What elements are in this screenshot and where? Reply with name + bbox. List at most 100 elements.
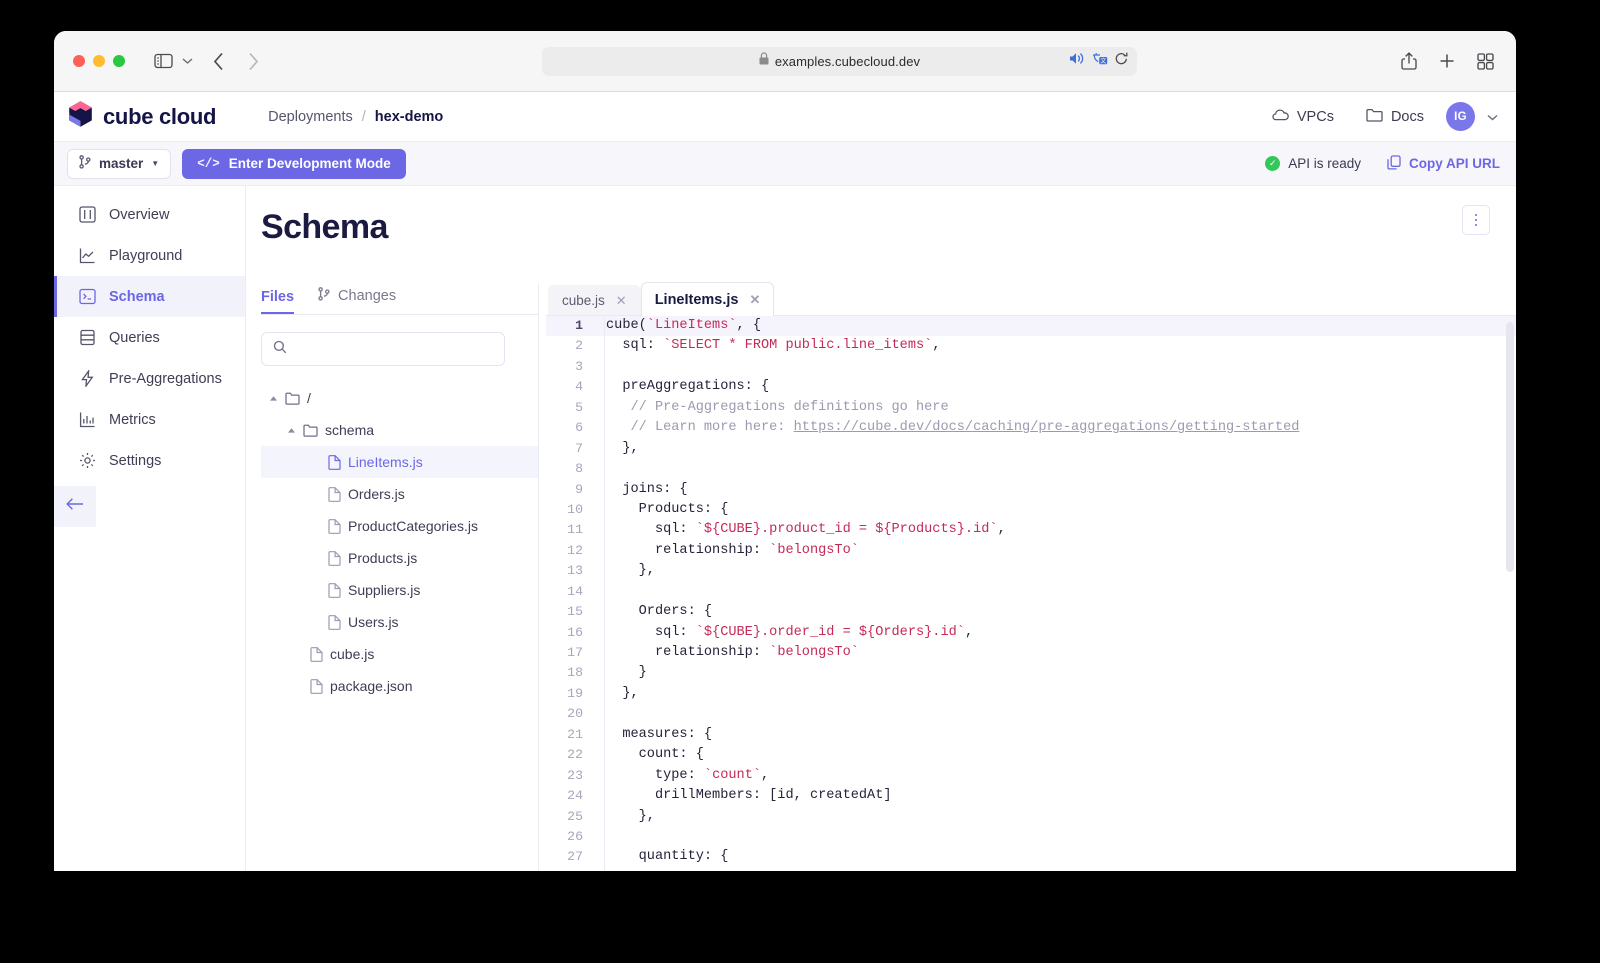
tree-file-row[interactable]: Products.js (261, 542, 538, 574)
chevron-down-icon[interactable] (1487, 108, 1498, 126)
code-token: } (606, 665, 647, 681)
code-line[interactable]: 12 relationship: `belongsTo` (546, 541, 1516, 561)
code-line[interactable]: 13 }, (546, 561, 1516, 581)
file-search-box[interactable] (261, 332, 505, 366)
line-number: 1 (575, 318, 583, 333)
tree-node-label: Users.js (348, 614, 399, 630)
chevron-down-icon[interactable] (182, 57, 193, 65)
tree-file-row[interactable]: Suppliers.js (261, 574, 538, 606)
search-input[interactable] (295, 341, 493, 357)
code-line[interactable]: 8 (546, 459, 1516, 479)
vpcs-link[interactable]: VPCs (1256, 109, 1350, 125)
collapse-sidebar-button[interactable] (54, 486, 96, 527)
vertical-scrollbar[interactable] (1506, 322, 1514, 572)
tab-files[interactable]: Files (261, 289, 294, 314)
breadcrumb-current[interactable]: hex-demo (375, 109, 444, 125)
code-line[interactable]: 1 cube(`LineItems`, { (546, 316, 1516, 337)
code-link[interactable]: https://cube.dev/docs/caching/pre-aggreg… (794, 420, 1300, 435)
code-line[interactable]: 10 Products: { (546, 500, 1516, 520)
code-line[interactable]: 15 Orders: { (546, 602, 1516, 622)
tree-node-label: cube.js (330, 646, 375, 662)
code-line[interactable]: 6 // Learn more here: https://cube.dev/d… (546, 418, 1516, 438)
docs-link[interactable]: Docs (1350, 108, 1440, 126)
tree-file-row[interactable]: package.json (261, 670, 538, 702)
code-line[interactable]: 17 relationship: `belongsTo` (546, 643, 1516, 663)
sidebar-toggle-icon[interactable] (154, 53, 173, 69)
speaker-icon[interactable] (1070, 52, 1085, 70)
tree-folder-row[interactable]: schema (261, 414, 538, 446)
code-line[interactable]: 5 // Pre-Aggregations definitions go her… (546, 398, 1516, 418)
tree-file-row[interactable]: cube.js (261, 638, 538, 670)
chart-line-icon (79, 247, 96, 264)
code-token: sql: (606, 338, 664, 354)
code-line[interactable]: 23 type: `count`, (546, 766, 1516, 786)
code-token: , (964, 624, 974, 640)
close-window-button[interactable] (73, 55, 85, 67)
sidebar-item-pre-aggregations[interactable]: Pre-Aggregations (54, 358, 245, 399)
page-options-button[interactable] (1462, 205, 1490, 235)
code-line[interactable]: 14 (546, 582, 1516, 602)
tree-file-row[interactable]: Orders.js (261, 478, 538, 510)
caret-expanded-icon[interactable] (269, 395, 278, 402)
close-icon[interactable]: ✕ (750, 293, 761, 306)
code-line[interactable]: 11 sql: `${CUBE}.product_id = ${Products… (546, 520, 1516, 540)
forward-button[interactable] (248, 52, 259, 71)
translate-icon[interactable]: 文 (1092, 52, 1108, 70)
code-line[interactable]: 20 (546, 704, 1516, 724)
code-line[interactable]: 21 measures: { (546, 725, 1516, 745)
breadcrumb-deployments[interactable]: Deployments (268, 109, 353, 125)
breadcrumb-separator: / (361, 108, 366, 125)
code-line[interactable]: 18 } (546, 663, 1516, 683)
code-line[interactable]: 26 (546, 827, 1516, 847)
file-icon (310, 646, 323, 662)
maximize-window-button[interactable] (113, 55, 125, 67)
code-line[interactable]: 25 }, (546, 807, 1516, 827)
sidebar-item-queries[interactable]: Queries (54, 317, 245, 358)
sidebar-item-playground[interactable]: Playground (54, 235, 245, 276)
address-bar[interactable]: examples.cubecloud.dev 文 (542, 46, 1137, 76)
code-line[interactable]: 27 quantity: { (546, 847, 1516, 867)
avatar[interactable]: IG (1446, 102, 1475, 131)
code-line[interactable]: 22 count: { (546, 745, 1516, 765)
editor-tab[interactable]: cube.js ✕ (548, 285, 641, 315)
minimize-window-button[interactable] (93, 55, 105, 67)
back-button[interactable] (213, 52, 224, 71)
caret-expanded-icon[interactable] (287, 427, 296, 434)
tab-changes[interactable]: Changes (318, 287, 396, 314)
line-number: 8 (575, 461, 583, 477)
sidebar-item-label: Metrics (109, 411, 156, 428)
editor-tab[interactable]: LineItems.js ✕ (640, 282, 775, 316)
reload-icon[interactable] (1115, 52, 1128, 71)
file-icon (328, 582, 341, 598)
code-line[interactable]: 24 drillMembers: [id, createdAt] (546, 786, 1516, 806)
line-number: 18 (567, 665, 583, 681)
code-text: count: { (596, 745, 704, 765)
tree-folder-row[interactable]: / (261, 382, 538, 414)
code-line[interactable]: 16 sql: `${CUBE}.order_id = ${Orders}.id… (546, 623, 1516, 643)
code-line[interactable]: 9 joins: { (546, 480, 1516, 500)
code-line[interactable]: 3 (546, 357, 1516, 377)
code-line[interactable]: 7 }, (546, 439, 1516, 459)
sidebar-item-metrics[interactable]: Metrics (54, 399, 245, 440)
tree-file-row[interactable]: ProductCategories.js (261, 510, 538, 542)
sidebar-item-overview[interactable]: Overview (54, 194, 245, 235)
share-icon[interactable] (1401, 52, 1417, 70)
tree-file-row[interactable]: LineItems.js (261, 446, 538, 478)
code-line[interactable]: 19 }, (546, 684, 1516, 704)
sidebar-item-settings[interactable]: Settings (54, 440, 245, 481)
tree-file-row[interactable]: Users.js (261, 606, 538, 638)
tab-grid-icon[interactable] (1477, 52, 1494, 70)
lock-icon (759, 52, 769, 70)
cube-cloud-logo[interactable]: cube cloud (67, 100, 216, 133)
code-line[interactable]: 4 preAggregations: { (546, 377, 1516, 397)
check-circle-icon: ✓ (1265, 156, 1281, 171)
plus-icon[interactable] (1439, 53, 1455, 69)
code-area[interactable]: 1 cube(`LineItems`, {2 sql: `SELECT * FRO… (546, 316, 1516, 871)
close-icon[interactable]: ✕ (616, 294, 627, 307)
branch-selector[interactable]: master ▼ (67, 148, 172, 179)
copy-api-url-button[interactable]: Copy API URL (1387, 154, 1500, 173)
enter-development-mode-button[interactable]: </> Enter Development Mode (182, 148, 406, 179)
line-number: 5 (575, 399, 583, 415)
code-line[interactable]: 2 sql: `SELECT * FROM public.line_items`… (546, 336, 1516, 356)
sidebar-item-schema[interactable]: Schema (54, 276, 245, 317)
